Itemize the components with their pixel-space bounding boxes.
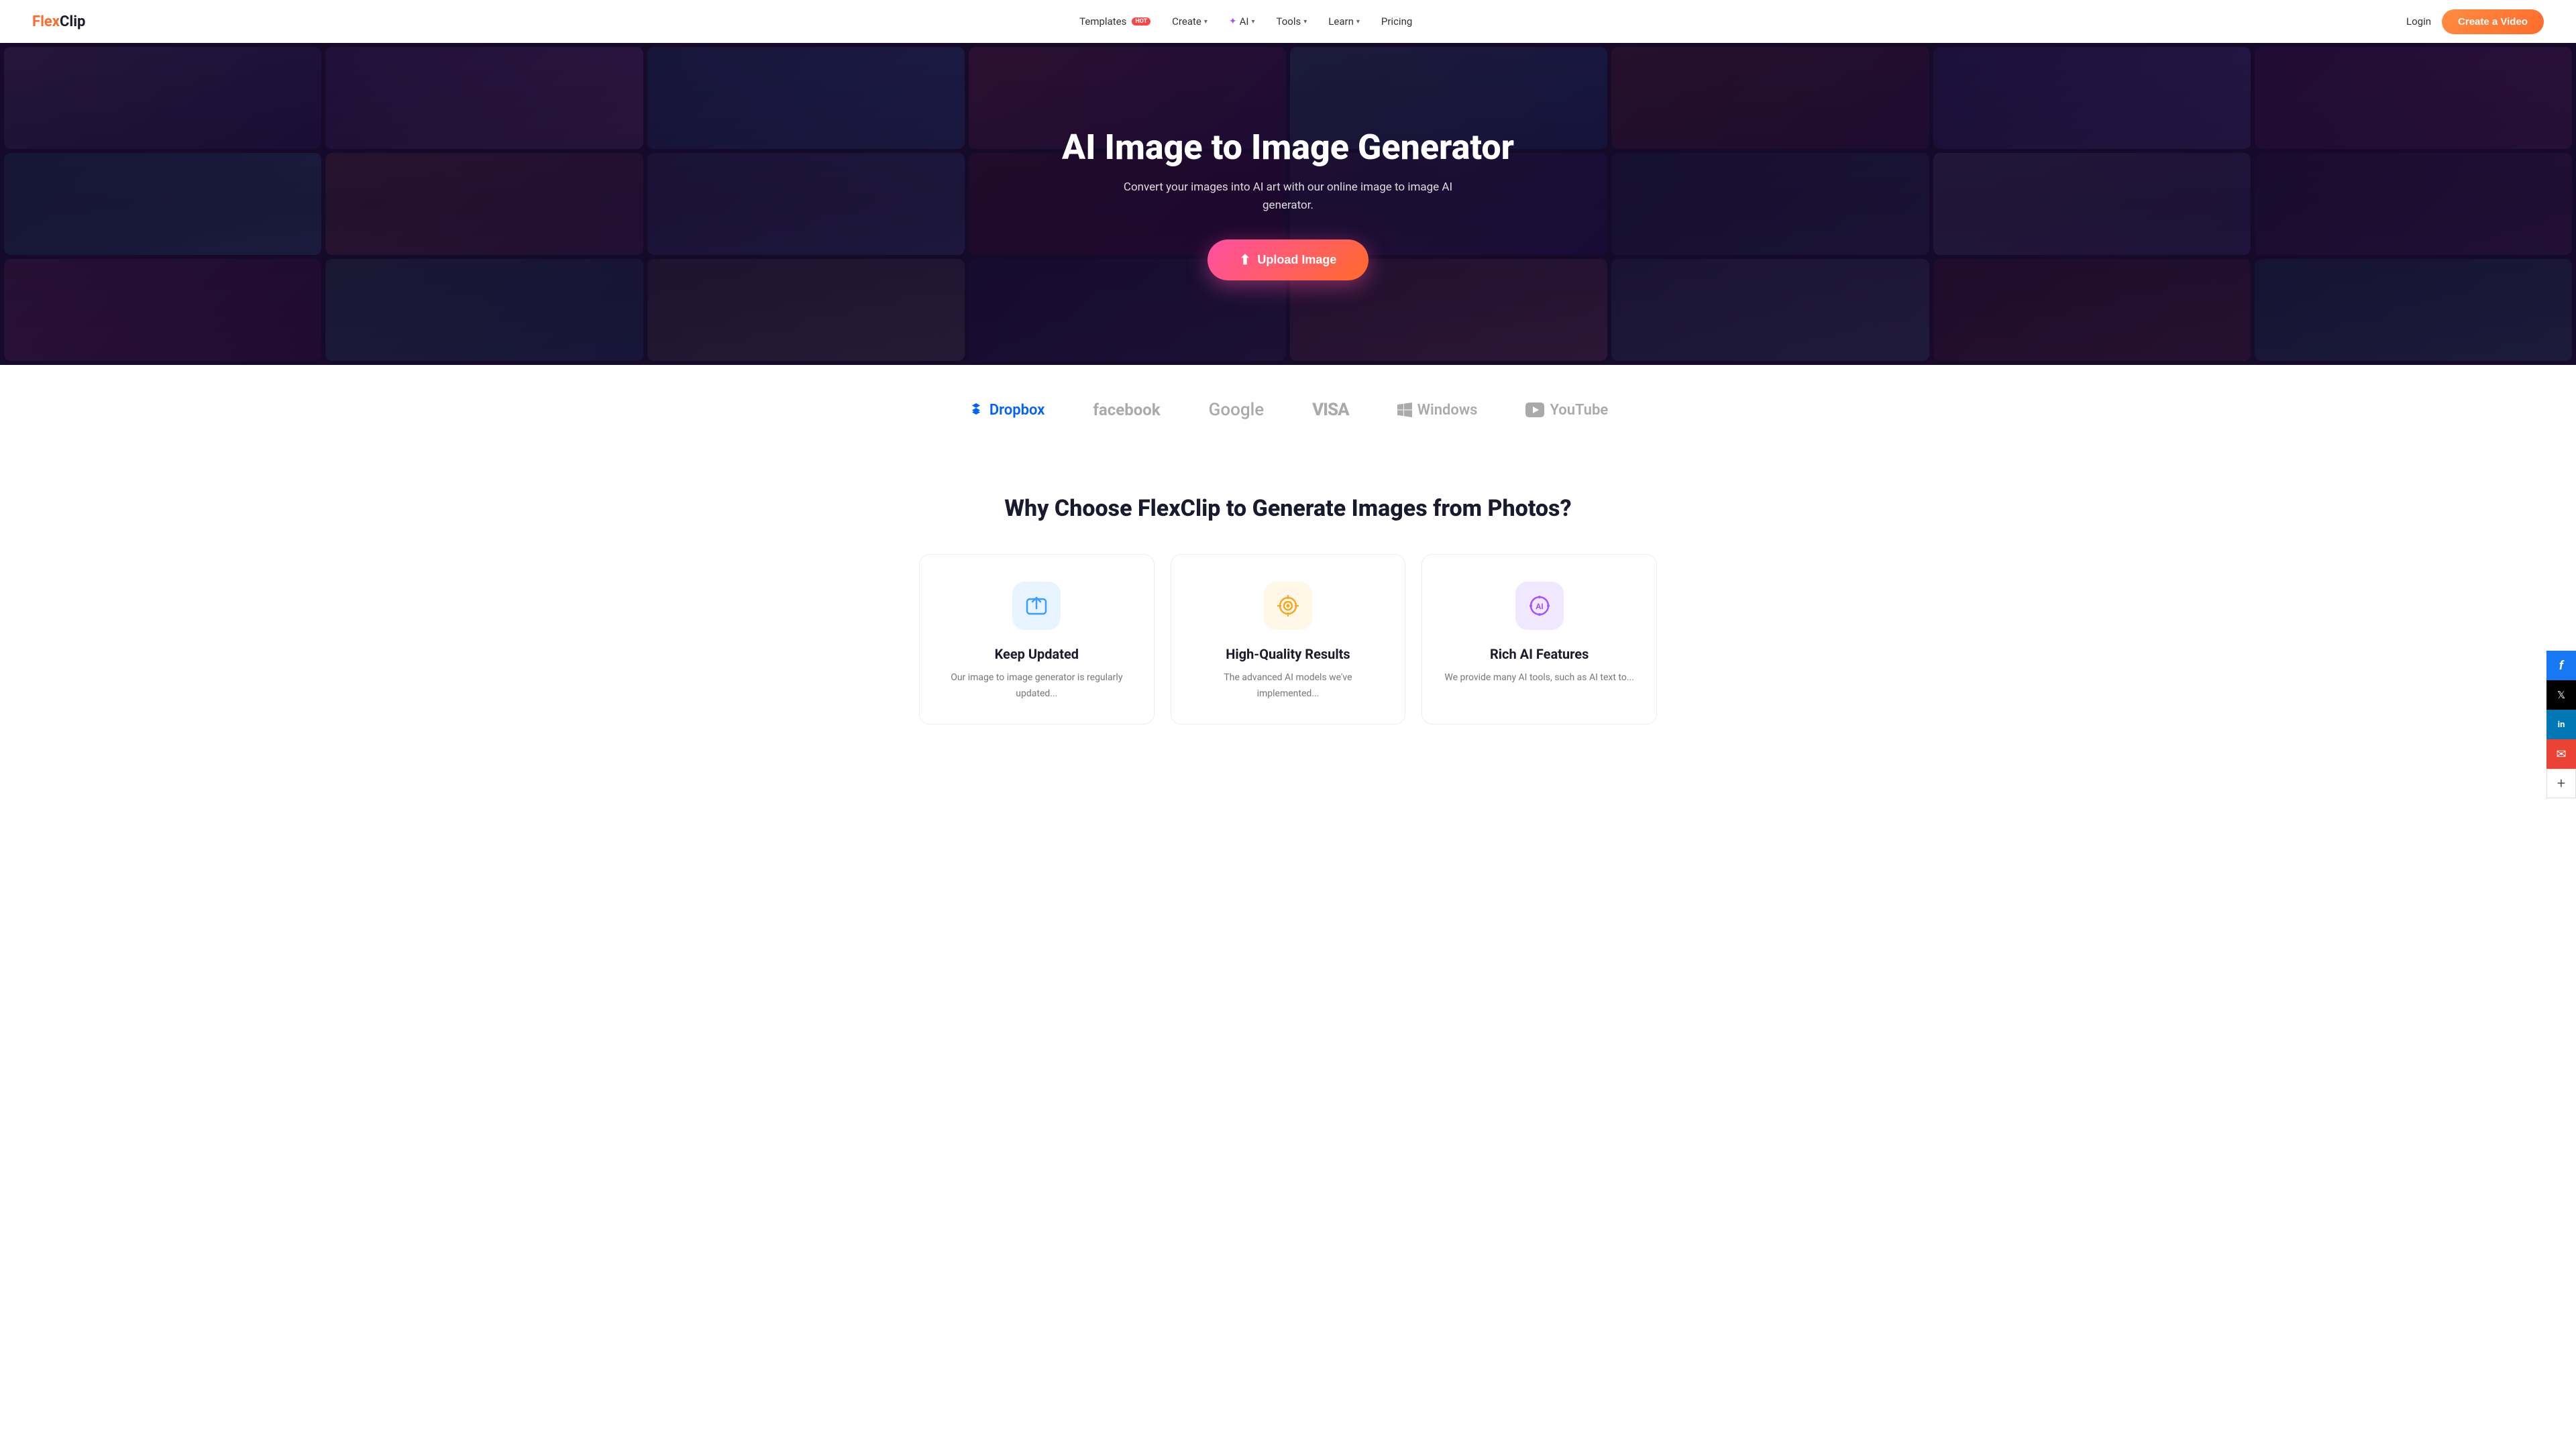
dropbox-icon	[968, 402, 984, 418]
chevron-down-icon: ▾	[1356, 18, 1360, 25]
nav-right: Login Create a Video	[2406, 9, 2544, 34]
navbar: FlexClip Templates HOT Create ▾ ✦ AI ▾ T…	[0, 0, 2576, 43]
upload-box-icon	[1024, 594, 1049, 618]
hero-subtitle: Convert your images into AI art with our…	[1107, 178, 1469, 215]
social-email-button[interactable]: ✉	[2546, 739, 2576, 769]
social-linkedin-button[interactable]: in	[2546, 710, 2576, 739]
social-facebook-button[interactable]: f	[2546, 651, 2576, 680]
upload-image-button[interactable]: ⬆ Upload Image	[1208, 239, 1369, 280]
logo-flex: Flex	[32, 13, 60, 30]
windows-icon	[1397, 402, 1412, 417]
logo-facebook: facebook	[1093, 400, 1160, 419]
keep-updated-icon-wrap	[1012, 582, 1061, 630]
high-quality-icon-wrap	[1264, 582, 1312, 630]
nav-ai[interactable]: ✦ AI ▾	[1229, 15, 1255, 28]
feature-title-rich-ai: Rich AI Features	[1444, 646, 1635, 662]
social-sidebar: f 𝕏 in ✉ +	[2546, 651, 2576, 798]
why-title: Why Choose FlexClip to Generate Images f…	[32, 495, 2544, 522]
logo-dropbox: Dropbox	[968, 402, 1045, 419]
nav-create[interactable]: Create ▾	[1172, 15, 1208, 28]
ai-circle-icon: AI	[1527, 594, 1552, 618]
logo[interactable]: FlexClip	[32, 13, 85, 30]
feature-title-keep-updated: Keep Updated	[941, 646, 1132, 662]
feature-high-quality: High-Quality Results The advanced AI mod…	[1171, 554, 1406, 724]
upload-icon: ⬆	[1240, 252, 1251, 268]
social-more-button[interactable]: +	[2546, 769, 2576, 798]
why-section: Why Choose FlexClip to Generate Images f…	[0, 455, 2576, 751]
rich-ai-icon-wrap: AI	[1515, 582, 1564, 630]
email-icon: ✉	[2556, 747, 2566, 761]
logo-youtube: YouTube	[1525, 402, 1608, 419]
star-icon: ✦	[1229, 16, 1237, 27]
nav-templates[interactable]: Templates HOT	[1079, 15, 1150, 28]
nav-pricing[interactable]: Pricing	[1381, 15, 1412, 28]
nav-tools[interactable]: Tools ▾	[1277, 15, 1307, 28]
login-link[interactable]: Login	[2406, 15, 2431, 28]
feature-desc-high-quality: The advanced AI models we've implemented…	[1193, 670, 1384, 702]
facebook-icon: f	[2559, 659, 2563, 673]
plus-icon: +	[2557, 775, 2565, 792]
chevron-down-icon: ▾	[1303, 18, 1307, 25]
hero-section: AI Image to Image Generator Convert your…	[0, 43, 2576, 365]
logo-visa: VISA	[1312, 400, 1349, 420]
chevron-down-icon: ▾	[1204, 18, 1208, 25]
chevron-down-icon: ▾	[1252, 18, 1255, 25]
feature-rich-ai: AI Rich AI Features We provide many AI t…	[1421, 554, 1657, 724]
features-grid: Keep Updated Our image to image generato…	[919, 554, 1657, 724]
create-video-button[interactable]: Create a Video	[2442, 9, 2544, 34]
nav-learn[interactable]: Learn ▾	[1328, 15, 1360, 28]
feature-title-high-quality: High-Quality Results	[1193, 646, 1384, 662]
svg-text:AI: AI	[1536, 602, 1544, 611]
social-twitter-button[interactable]: 𝕏	[2546, 680, 2576, 710]
hot-badge: HOT	[1132, 17, 1150, 25]
youtube-icon	[1525, 402, 1544, 417]
logo-windows: Windows	[1397, 402, 1478, 419]
nav-links: Templates HOT Create ▾ ✦ AI ▾ Tools ▾ Le…	[1079, 15, 1412, 28]
linkedin-icon: in	[2558, 720, 2565, 730]
twitter-x-icon: 𝕏	[2557, 689, 2565, 701]
hero-content: AI Image to Image Generator Convert your…	[0, 43, 2576, 365]
feature-desc-rich-ai: We provide many AI tools, such as AI tex…	[1444, 670, 1635, 686]
target-icon	[1276, 594, 1300, 618]
feature-desc-keep-updated: Our image to image generator is regularl…	[941, 670, 1132, 702]
feature-keep-updated: Keep Updated Our image to image generato…	[919, 554, 1155, 724]
hero-title: AI Image to Image Generator	[1062, 127, 1514, 168]
logo-google: Google	[1209, 400, 1265, 420]
logo-clip: Clip	[60, 13, 85, 30]
logos-bar: Dropbox facebook Google VISA Windows You…	[0, 365, 2576, 455]
